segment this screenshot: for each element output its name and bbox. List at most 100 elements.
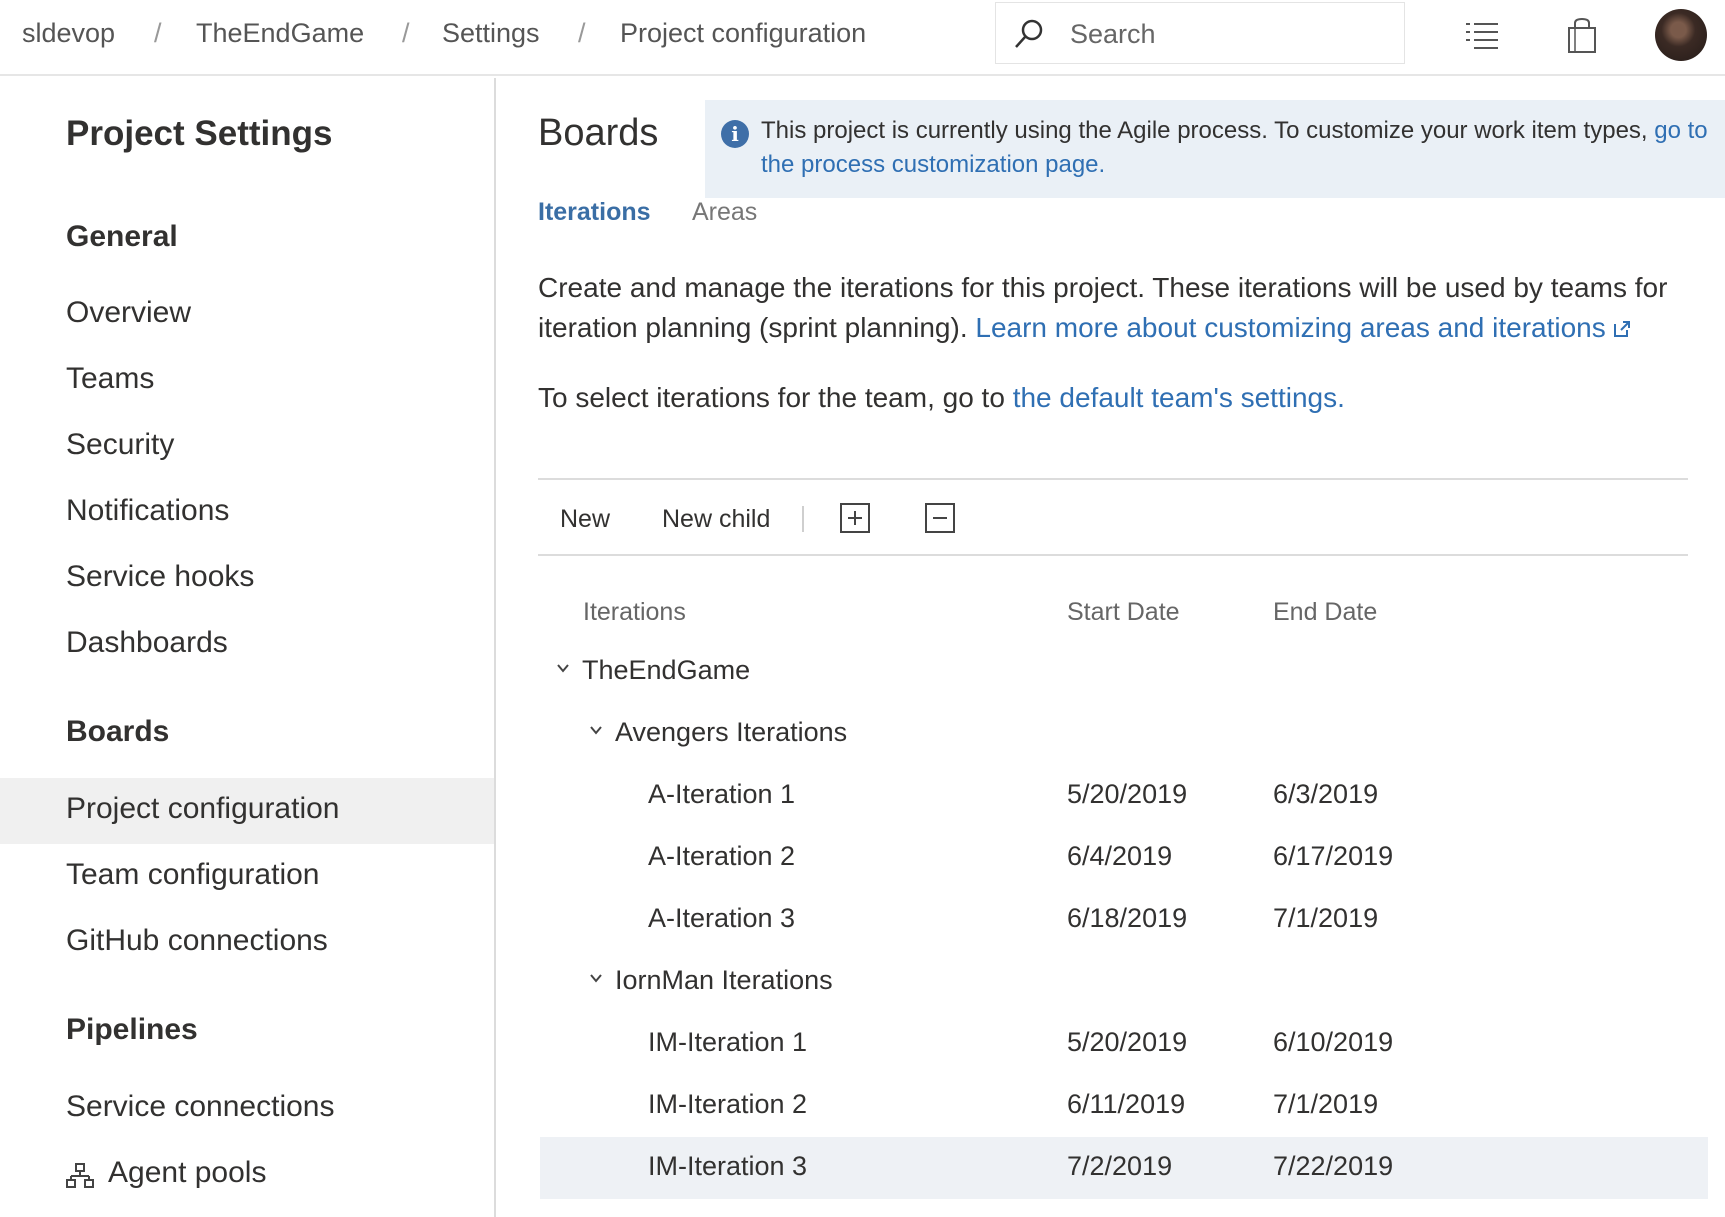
toolbar-separator [802,506,804,532]
sidebar-item-label: GitHub connections [66,924,328,957]
sidebar-item-label: Overview [66,296,192,329]
end-date: 6/17/2019 [1273,841,1394,871]
external-link-icon [1613,321,1630,337]
sidebar-item-notifications[interactable]: Notifications [0,480,494,546]
sidebar-item-label: Notifications [66,494,230,527]
iteration-name: A-Iteration 3 [648,903,796,933]
table-row[interactable]: A-Iteration 3 6/18/2019 7/1/2019 [540,889,1708,951]
search-icon [1015,19,1043,48]
end-date: 6/3/2019 [1273,779,1379,809]
new-child-button[interactable]: New child [662,505,770,534]
tab-iterations[interactable]: Iterations [538,198,651,227]
top-bar: sldevop / TheEndGame / Settings / Projec… [0,0,1725,76]
info-banner: i This project is currently using the Ag… [705,100,1725,198]
table-row[interactable]: TheEndGame [540,641,1708,703]
description-text: To select iterations for the team, go to [538,382,1013,413]
sidebar-title: Project Settings [66,114,333,153]
new-button[interactable]: New [560,505,610,534]
table-row[interactable]: Avengers Iterations [540,703,1708,765]
iteration-name: Avengers Iterations [615,717,848,747]
sidebar-item-teams[interactable]: Teams [0,348,494,414]
iteration-name: IM-Iteration 2 [648,1089,808,1119]
divider [538,478,1688,480]
table-row[interactable]: IM-Iteration 2 6/11/2019 7/1/2019 [540,1075,1708,1137]
collapse-all-icon[interactable] [925,503,955,533]
avatar[interactable] [1655,9,1707,61]
breadcrumb-current: Project configuration [620,18,867,48]
search-box[interactable]: Search [995,2,1405,64]
end-date: 7/22/2019 [1273,1151,1394,1181]
breadcrumb-org[interactable]: sldevop [22,18,115,49]
page-title: Boards [538,112,659,154]
chevron-down-icon[interactable] [589,971,603,985]
breadcrumb-separator: / [402,18,410,48]
sidebar-item-agent-pools[interactable]: Agent pools [0,1142,494,1208]
start-date: 6/4/2019 [1067,841,1173,871]
search-placeholder: Search [1070,19,1156,49]
start-date: 6/11/2019 [1067,1089,1186,1119]
sidebar-item-service-hooks[interactable]: Service hooks [0,546,494,612]
breadcrumb-separator: / [154,18,162,48]
description-line: iteration planning (sprint planning). Le… [538,308,1632,348]
start-date: 6/18/2019 [1067,903,1188,933]
sidebar-item-security[interactable]: Security [0,414,494,480]
description-line: To select iterations for the team, go to… [538,378,1345,418]
column-header-end-date: End Date [1273,598,1378,626]
iteration-name: IornMan Iterations [615,965,833,995]
chevron-down-icon[interactable] [556,661,570,675]
iteration-name: IM-Iteration 3 [648,1151,808,1181]
sidebar-heading-boards: Boards [66,715,170,748]
sidebar-item-label: Service hooks [66,560,255,593]
start-date: 5/20/2019 [1067,779,1188,809]
iteration-name: A-Iteration 1 [648,779,796,809]
team-settings-link[interactable]: the default team's settings. [1013,382,1345,413]
learn-more-link[interactable]: Learn more about customizing areas and i… [975,312,1605,343]
table-row[interactable]: IM-Iteration 1 5/20/2019 6/10/2019 [540,1013,1708,1075]
info-text: This project is currently using the Agil… [761,114,1711,182]
shopping-bag-icon[interactable] [1562,16,1602,56]
sidebar-heading-pipelines: Pipelines [66,1013,198,1046]
expand-all-icon[interactable] [840,503,870,533]
sidebar-item-label: Project configuration [66,792,340,825]
sidebar-item-dashboards[interactable]: Dashboards [0,612,494,678]
chevron-down-icon[interactable] [589,723,603,737]
sidebar-item-team-configuration[interactable]: Team configuration [0,844,494,910]
column-header-start-date: Start Date [1067,598,1180,626]
sidebar-item-label: Security [66,428,175,461]
info-message: This project is currently using the Agil… [761,117,1655,144]
end-date: 7/1/2019 [1273,1089,1379,1119]
sidebar-heading-general: General [66,220,178,253]
breadcrumb-settings[interactable]: Settings [442,18,540,49]
table-row[interactable]: A-Iteration 1 5/20/2019 6/3/2019 [540,765,1708,827]
sidebar-item-overview[interactable]: Overview [0,282,494,348]
description-text: iteration planning (sprint planning). [538,312,976,343]
breadcrumb-project[interactable]: TheEndGame [196,18,364,49]
table-row[interactable]: IornMan Iterations [540,951,1708,1013]
sidebar-item-label: Teams [66,362,155,395]
description-line: Create and manage the iterations for thi… [538,272,1668,303]
sidebar-item-label: Agent pools [108,1156,267,1189]
table-row[interactable]: A-Iteration 2 6/4/2019 6/17/2019 [540,827,1708,889]
iteration-name: TheEndGame [582,655,751,685]
task-list-icon[interactable] [1462,16,1502,56]
sidebar-item-github-connections[interactable]: GitHub connections [0,910,494,976]
sidebar-item-label: Service connections [66,1090,335,1123]
breadcrumb-separator: / [578,18,586,48]
end-date: 7/1/2019 [1273,903,1379,933]
sidebar-item-service-connections[interactable]: Service connections [0,1076,494,1142]
start-date: 5/20/2019 [1067,1027,1188,1057]
table-row-selected[interactable]: IM-Iteration 3 7/2/2019 7/22/2019 [540,1137,1708,1199]
start-date: 7/2/2019 [1067,1151,1173,1181]
column-header-iterations: Iterations [583,598,686,626]
sidebar-item-label: Team configuration [66,858,320,891]
agent-pools-icon [66,1163,94,1188]
iteration-name: IM-Iteration 1 [648,1027,808,1057]
sidebar-item-label: Dashboards [66,626,228,659]
sidebar-item-project-configuration[interactable]: Project configuration [0,778,494,844]
iteration-name: A-Iteration 2 [648,841,796,871]
tab-areas[interactable]: Areas [692,198,757,227]
sidebar: Project Settings General Overview Teams … [0,78,496,1217]
divider [538,554,1688,556]
end-date: 6/10/2019 [1273,1027,1394,1057]
info-icon: i [721,120,749,148]
